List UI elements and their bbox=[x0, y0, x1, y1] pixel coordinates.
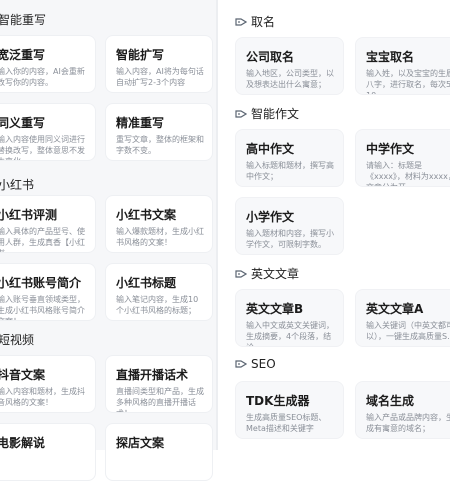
card-desc: 生成高质量SEO标题、Meta描述和关键字 bbox=[246, 413, 327, 433]
section-title-english: 英文文章 bbox=[235, 265, 299, 282]
card-high-school-essay[interactable]: 高中作文 输入标题和题材，撰写高中作文； bbox=[235, 129, 344, 187]
card-desc: 输入内容和题材，生成抖音风格的文案！ bbox=[0, 387, 85, 407]
card-title: 同义重写 bbox=[0, 116, 46, 130]
card-title: 小红书文案 bbox=[116, 208, 177, 222]
card-desc: 请输入：标题是《xxxx》，材料为xxxx，文章分为开... bbox=[366, 161, 450, 186]
section-title-rewrite: 智能重写 bbox=[0, 13, 47, 27]
card-title: 公司取名 bbox=[246, 50, 295, 64]
left-panel: 智能重写 小红书 短视频 宽泛重写 输入你的内容，AI会重新改写你的内容。 智能… bbox=[0, 0, 216, 481]
card-english-article-a[interactable]: 英文文章A 输入关键词（中英文都可以），一键生成高质量S... bbox=[355, 289, 450, 347]
card-broad-rewrite[interactable]: 宽泛重写 输入你的内容，AI会重新改写你的内容。 bbox=[0, 35, 96, 93]
card-precise-rewrite[interactable]: 精准重写 重写文章，整体的框架和字数不变。 bbox=[105, 103, 213, 161]
card-smart-expand[interactable]: 智能扩写 输入内容，AI将为每句话自动扩写2-3个内容 bbox=[105, 35, 213, 93]
tag-icon bbox=[235, 268, 248, 278]
card-company-naming[interactable]: 公司取名 输入地区，公司类型，以及想表达出什么寓意； bbox=[235, 37, 344, 95]
card-title: 宝宝取名 bbox=[366, 50, 415, 64]
card-store-visit-copy[interactable]: 探店文案 bbox=[105, 423, 213, 481]
card-title: 小红书评测 bbox=[0, 208, 58, 222]
card-live-opening-script[interactable]: 直播开播话术 直播间类型和产品，生成多种风格的直播开播话术！ bbox=[105, 355, 213, 413]
card-domain-generator[interactable]: 域名生成 输入产品或品牌内容，生成有寓意的域名； bbox=[355, 381, 450, 439]
tag-icon bbox=[235, 16, 248, 26]
card-title: 中学作文 bbox=[366, 142, 415, 156]
card-primary-school-essay[interactable]: 小学作文 输入题材和内容，撰写小学作文，可限制字数。 bbox=[235, 197, 344, 255]
card-desc bbox=[0, 454, 89, 480]
card-desc: 输入你的内容，AI会重新改写你的内容。 bbox=[0, 67, 85, 87]
card-desc: 直播间类型和产品，生成多种风格的直播开播话术！ bbox=[116, 387, 204, 412]
card-title: 智能扩写 bbox=[116, 48, 165, 62]
card-title: 宽泛重写 bbox=[0, 48, 46, 62]
card-title: 域名生成 bbox=[366, 394, 415, 408]
card-middle-school-essay[interactable]: 中学作文 请输入：标题是《xxxx》，材料为xxxx，文章分为开... bbox=[355, 129, 450, 187]
card-desc: 输入标题和题材，撰写高中作文； bbox=[246, 161, 334, 181]
card-desc: 输入姓，以及宝宝的生辰八字，进行取名，每次5-10... bbox=[366, 69, 450, 94]
card-desc bbox=[116, 454, 206, 480]
card-xhs-copy[interactable]: 小红书文案 输入爆款题材，生成小红书风格的文案！ bbox=[105, 195, 213, 253]
card-desc: 输入题材和内容，撰写小学作文，可限制字数。 bbox=[246, 229, 334, 249]
card-title: 探店文案 bbox=[116, 436, 165, 450]
section-title-seo: SEO bbox=[235, 357, 276, 371]
card-desc: 输入地区，公司类型，以及想表达出什么寓意； bbox=[246, 69, 334, 89]
section-title-xiaohongshu: 小红书 bbox=[0, 178, 35, 192]
card-title: 高中作文 bbox=[246, 142, 295, 156]
card-title: 小学作文 bbox=[246, 210, 295, 224]
card-movie-commentary[interactable]: 电影解说 bbox=[0, 423, 96, 481]
card-title: 小红书标题 bbox=[116, 276, 177, 290]
card-baby-naming[interactable]: 宝宝取名 输入姓，以及宝宝的生辰八字，进行取名，每次5-10... bbox=[355, 37, 450, 95]
section-title-essay: 智能作文 bbox=[235, 105, 299, 122]
right-panel: 取名 智能作文 英文文章 SEO 公司取名 输入地区，公司类型，以及想表达出什么… bbox=[218, 0, 450, 450]
tag-icon bbox=[235, 108, 248, 118]
card-xhs-review[interactable]: 小红书评测 输入具体的产品型号、使用人群，生成真香【小红书... bbox=[0, 195, 96, 253]
card-desc: 输入关键词（中英文都可以），一键生成高质量S... bbox=[366, 321, 450, 341]
card-xhs-account-bio[interactable]: 小红书账号简介 输入账号垂直领域类型，生成小红书风格账号简介文案！ bbox=[0, 263, 96, 321]
card-title: 电影解说 bbox=[0, 436, 46, 450]
card-title: 精准重写 bbox=[116, 116, 165, 130]
card-title: 抖音文案 bbox=[0, 368, 46, 382]
card-desc: 输入笔记内容，生成10个小红书风格的标题； bbox=[116, 295, 199, 315]
card-title: 英文文章A bbox=[366, 302, 424, 316]
card-english-article-b[interactable]: 英文文章B 输入中文或英文关键词，生成摘要，4个段落，结论... bbox=[235, 289, 344, 347]
section-title-naming: 取名 bbox=[235, 13, 275, 30]
card-desc: 输入爆款题材，生成小红书风格的文案！ bbox=[116, 227, 204, 247]
card-synonym-rewrite[interactable]: 同义重写 输入内容使用同义词进行替换改写，整体意思不发生变化。 bbox=[0, 103, 96, 161]
tag-icon bbox=[235, 358, 248, 368]
card-title: 英文文章B bbox=[246, 302, 304, 316]
card-desc: 输入产品或品牌内容，生成有寓意的域名； bbox=[366, 413, 450, 433]
section-title-short-video: 短视频 bbox=[0, 333, 35, 347]
card-douyin-copy[interactable]: 抖音文案 输入内容和题材，生成抖音风格的文案！ bbox=[0, 355, 96, 413]
card-desc: 输入内容使用同义词进行替换改写，整体意思不发生变化。 bbox=[0, 135, 85, 160]
card-title: 小红书账号简介 bbox=[0, 276, 82, 290]
card-desc: 重写文章，整体的框架和字数不变。 bbox=[116, 135, 204, 155]
card-xhs-title[interactable]: 小红书标题 输入笔记内容，生成10个小红书风格的标题； bbox=[105, 263, 213, 321]
card-tdk-generator[interactable]: TDK生成器 生成高质量SEO标题、Meta描述和关键字 bbox=[235, 381, 344, 439]
card-desc: 输入账号垂直领域类型，生成小红书风格账号简介文案！ bbox=[0, 295, 85, 320]
card-desc: 输入内容，AI将为每句话自动扩写2-3个内容 bbox=[116, 67, 204, 87]
card-desc: 输入中文或英文关键词，生成摘要，4个段落，结论... bbox=[246, 321, 334, 346]
card-title: 直播开播话术 bbox=[116, 368, 189, 382]
card-title: TDK生成器 bbox=[246, 394, 310, 408]
card-desc: 输入具体的产品型号、使用人群，生成真香【小红书... bbox=[0, 227, 85, 252]
